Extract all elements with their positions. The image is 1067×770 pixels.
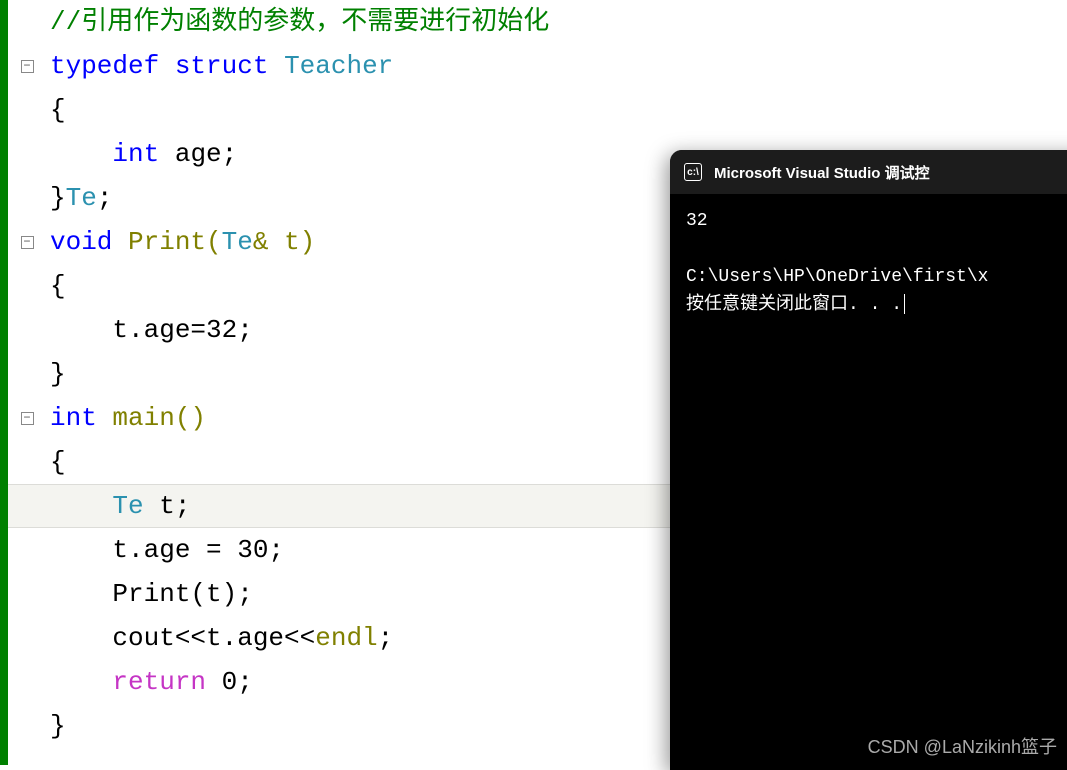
text-cursor [904, 294, 905, 314]
debug-console-window[interactable]: c:\ Microsoft Visual Studio 调试控 ✕ 32 C:\… [670, 150, 1067, 770]
watermark: CSDN @LaNzikinh篮子 [868, 733, 1057, 759]
fold-minus-icon[interactable]: − [21, 236, 34, 249]
console-title: Microsoft Visual Studio 调试控 [714, 162, 1067, 183]
comment-text: //引用作为函数的参数，不需要进行初始化 [50, 7, 549, 37]
fold-minus-icon[interactable]: − [21, 60, 34, 73]
code-line: { [8, 88, 1067, 132]
code-line: − typedef struct Teacher [8, 44, 1067, 88]
console-output: 32 C:\Users\HP\OneDrive\first\x 按任意键关闭此窗… [670, 194, 1067, 334]
terminal-icon: c:\ [684, 163, 702, 181]
console-titlebar[interactable]: c:\ Microsoft Visual Studio 调试控 ✕ [670, 150, 1067, 194]
code-line: //引用作为函数的参数，不需要进行初始化 [8, 0, 1067, 44]
fold-minus-icon[interactable]: − [21, 412, 34, 425]
